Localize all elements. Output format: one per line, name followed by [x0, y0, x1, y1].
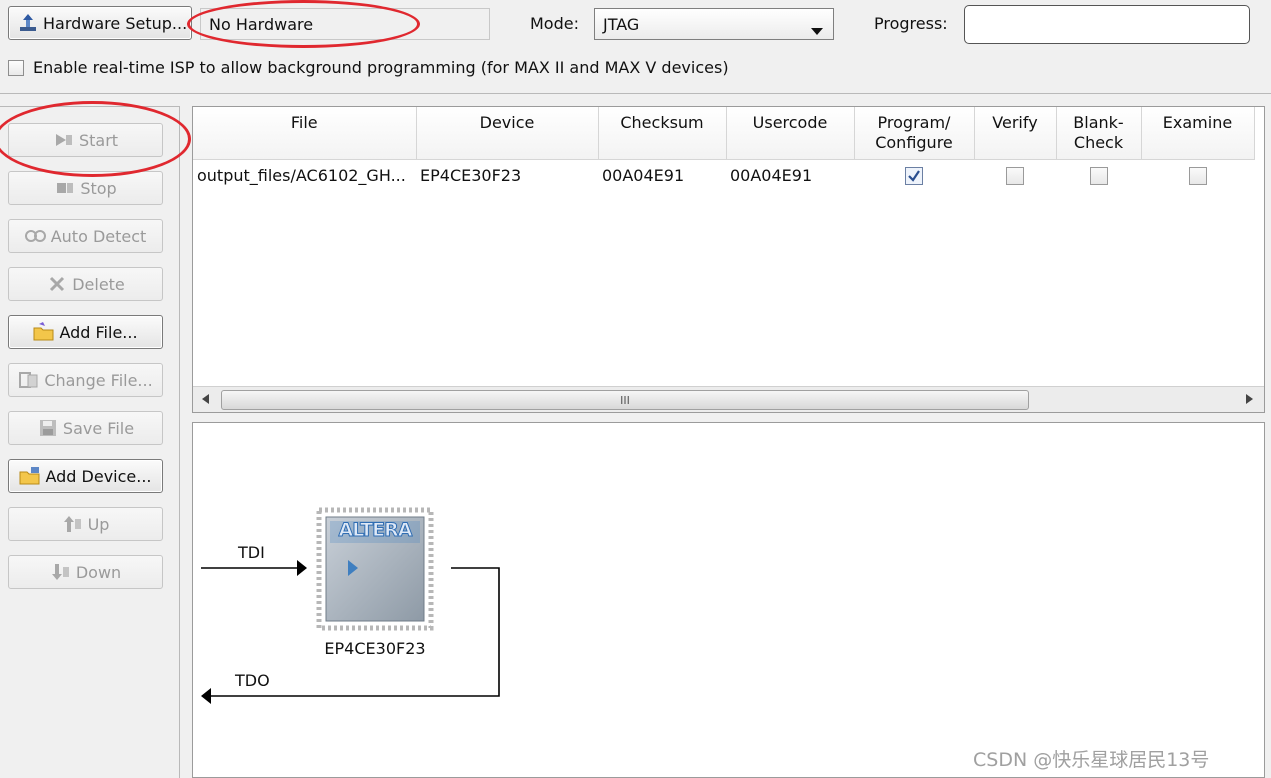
blank-check-checkbox[interactable]: [1089, 167, 1108, 185]
stop-icon: [54, 178, 76, 198]
column-header-checksum[interactable]: Checksum: [598, 107, 727, 160]
column-header-verify[interactable]: Verify: [974, 107, 1057, 160]
horizontal-scrollbar[interactable]: III: [193, 386, 1264, 412]
add-file-label: Add File...: [59, 322, 138, 342]
down-button[interactable]: Down: [8, 555, 163, 589]
tdo-arrow-icon: [201, 688, 211, 704]
scroll-grip: III: [620, 393, 630, 407]
tdo-label: TDO: [235, 671, 270, 690]
delete-label: Delete: [72, 274, 125, 294]
hardware-setup-icon: [17, 13, 39, 33]
add-device-icon: [19, 466, 41, 486]
chevron-down-icon: [811, 21, 823, 40]
hardware-setup-button[interactable]: Hardware Setup...: [8, 6, 192, 40]
chip-logo: ALTERA: [338, 519, 413, 542]
auto-detect-icon: [24, 226, 47, 246]
auto-detect-label: Auto Detect: [50, 226, 147, 246]
cell-checksum: 00A04E91: [602, 165, 685, 185]
mode-value: JTAG: [603, 14, 640, 34]
cell-file: output_files/AC6102_GH...: [197, 165, 406, 185]
up-label: Up: [87, 514, 110, 534]
change-file-icon: [18, 370, 40, 390]
change-file-label: Change File...: [44, 370, 153, 390]
cell-usercode: 00A04E91: [730, 165, 813, 185]
scroll-right-arrow[interactable]: [1238, 389, 1260, 409]
examine-checkbox[interactable]: [1188, 167, 1207, 185]
checkmark-icon: [908, 170, 920, 182]
up-icon: [62, 514, 84, 534]
table-row[interactable]: output_files/AC6102_GH... EP4CE30F23 00A…: [193, 159, 1254, 191]
add-device-label: Add Device...: [45, 466, 152, 486]
start-button[interactable]: Start: [8, 123, 163, 157]
change-file-button[interactable]: Change File...: [8, 363, 163, 397]
hardware-setup-label: Hardware Setup...: [43, 13, 188, 33]
stop-button[interactable]: Stop: [8, 171, 163, 205]
mode-select[interactable]: JTAG: [594, 8, 834, 40]
add-file-button[interactable]: Add File...: [8, 315, 163, 349]
delete-button[interactable]: Delete: [8, 267, 163, 301]
column-header-usercode[interactable]: Usercode: [726, 107, 855, 160]
column-header-file[interactable]: File: [193, 107, 417, 160]
cell-program: [854, 159, 974, 191]
progress-label: Progress:: [874, 14, 948, 33]
isp-checkbox-label: Enable real-time ISP to allow background…: [33, 58, 729, 77]
add-file-icon: [33, 322, 55, 342]
cell-verify: [974, 159, 1056, 191]
auto-detect-button[interactable]: Auto Detect: [8, 219, 163, 253]
scroll-thumb[interactable]: III: [221, 390, 1029, 410]
jtag-chain-panel: TDI TDO ALTERA EP4CE30F23 CSDN @快乐星球居民13…: [192, 422, 1265, 778]
column-header-device[interactable]: Device: [416, 107, 599, 160]
arrow-right-icon: [1246, 394, 1253, 404]
up-button[interactable]: Up: [8, 507, 163, 541]
jtag-chain-diagram: [201, 507, 500, 704]
column-header-program-configure[interactable]: Program/Configure: [854, 107, 975, 160]
down-label: Down: [75, 562, 122, 582]
save-file-button[interactable]: Save File: [8, 411, 163, 445]
device-table: File Device Checksum Usercode Program/Co…: [193, 107, 1255, 191]
tdi-label: TDI: [238, 543, 265, 562]
device-name-label: EP4CE30F23: [324, 639, 426, 658]
delete-icon: [46, 274, 68, 294]
arrow-left-icon: [202, 394, 209, 404]
cell-device: EP4CE30F23: [420, 165, 522, 185]
column-header-blank-check[interactable]: Blank- Check: [1056, 107, 1142, 160]
down-icon: [50, 562, 72, 582]
cell-examine: [1141, 159, 1254, 191]
start-icon: [53, 130, 75, 150]
stop-label: Stop: [80, 178, 117, 198]
column-header-examine[interactable]: Examine: [1141, 107, 1255, 160]
table-header: File Device Checksum Usercode Program/Co…: [193, 107, 1255, 160]
mode-label: Mode:: [530, 14, 579, 33]
verify-checkbox[interactable]: [1006, 167, 1024, 185]
tdi-arrow-icon: [297, 560, 307, 576]
toolbar-divider: [0, 93, 1271, 94]
save-file-label: Save File: [62, 418, 135, 438]
save-file-icon: [37, 418, 59, 438]
progress-bar: [964, 5, 1250, 44]
hardware-value: No Hardware: [209, 14, 314, 34]
scroll-left-arrow[interactable]: [195, 389, 217, 409]
cell-blank-check: [1056, 159, 1141, 191]
program-configure-checkbox[interactable]: [905, 167, 923, 185]
watermark: CSDN @快乐星球居民13号: [973, 749, 1210, 771]
device-table-panel: File Device Checksum Usercode Program/Co…: [192, 106, 1265, 413]
start-label: Start: [78, 130, 119, 150]
hardware-field: No Hardware: [200, 8, 490, 40]
add-device-button[interactable]: Add Device...: [8, 459, 163, 493]
isp-checkbox[interactable]: [8, 60, 24, 76]
